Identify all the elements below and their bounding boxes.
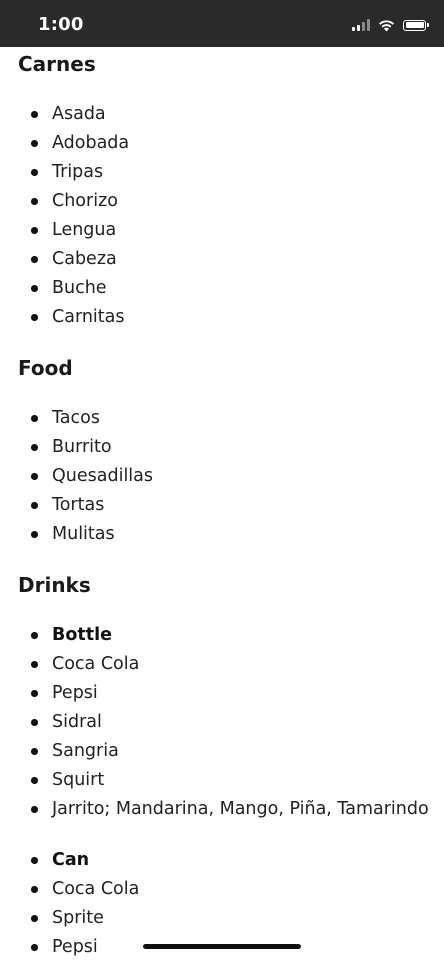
list-item: Tacos [0, 404, 444, 433]
list-item: Sprite [0, 904, 444, 933]
list-item: Mulitas [0, 520, 444, 549]
section-heading-drinks: Drinks [18, 573, 91, 597]
battery-icon [403, 19, 429, 31]
list-item: Chorizo [0, 187, 444, 216]
status-time: 1:00 [38, 14, 84, 35]
battery-level [405, 22, 424, 28]
list-item: Tripas [0, 158, 444, 187]
section-heading-food: Food [18, 356, 73, 380]
list-item: Asada [0, 100, 444, 129]
list-item: Quesadillas [0, 462, 444, 491]
wifi-icon [379, 19, 394, 31]
list-item: Coca Cola [0, 875, 444, 904]
list-item: Coca Cola [0, 650, 444, 679]
menu-content: Carnes Asada Adobada Tripas Chorizo Leng… [0, 47, 444, 962]
list-item: Squirt [0, 766, 444, 795]
list-drinks-bottle: Bottle Coca Cola Pepsi Sidral Sangria Sq… [0, 621, 444, 824]
home-indicator[interactable] [143, 944, 301, 949]
list-item: Lengua [0, 216, 444, 245]
list-item: Pepsi [0, 679, 444, 708]
list-item: Cabeza [0, 245, 444, 274]
list-item: Jarrito; Mandarina, Mango, Piña, Tamarin… [0, 795, 444, 824]
list-item: Buche [0, 274, 444, 303]
list-item: Sidral [0, 708, 444, 737]
list-item: Sangria [0, 737, 444, 766]
list-item-can-label: Can [0, 846, 444, 875]
list-item: Carnitas [0, 303, 444, 332]
list-food: Tacos Burrito Quesadillas Tortas Mulitas [0, 404, 444, 549]
list-item: Tortas [0, 491, 444, 520]
list-item: Burrito [0, 433, 444, 462]
list-carnes: Asada Adobada Tripas Chorizo Lengua Cabe… [0, 100, 444, 332]
section-heading-carnes: Carnes [18, 52, 96, 76]
list-item-bottle-label: Bottle [0, 621, 444, 650]
list-item: Adobada [0, 129, 444, 158]
signal-icon [352, 19, 370, 31]
status-icons [352, 15, 429, 35]
status-bar: 1:00 [0, 0, 444, 47]
